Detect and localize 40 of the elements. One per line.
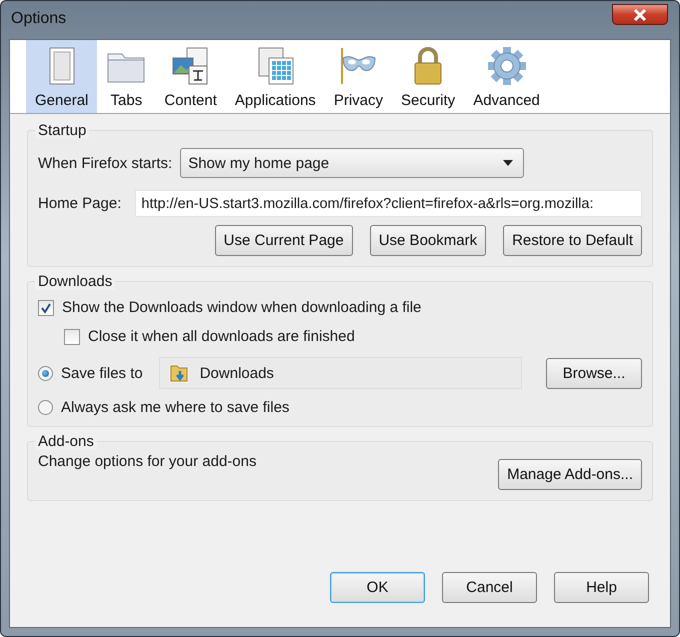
dialog-button[interactable]: Help <box>554 572 649 603</box>
checkbox[interactable] <box>64 328 80 344</box>
toolbar-tab[interactable]: Privacy <box>324 40 392 113</box>
toolbar-tab[interactable]: General <box>26 40 98 113</box>
folder-name: Downloads <box>200 364 274 382</box>
toolbar-tab[interactable]: Content <box>155 40 226 113</box>
checkbox-label: Close it when all downloads are finished <box>88 328 355 345</box>
folder-field[interactable]: Downloads <box>158 357 522 389</box>
push-button[interactable]: Use Bookmark <box>370 225 486 256</box>
dialog-button[interactable]: Cancel <box>442 572 537 603</box>
folder-icon <box>170 363 188 383</box>
group-legend: Add-ons <box>35 433 97 450</box>
toolbar-tab[interactable]: Security <box>392 40 464 113</box>
field-label: When Firefox starts: <box>38 154 172 172</box>
group-legend: Startup <box>35 122 90 139</box>
checkbox[interactable] <box>38 300 54 316</box>
push-button[interactable]: Restore to Default <box>503 225 642 256</box>
input-field[interactable]: http://en-US.start3.mozilla.com/firefox?client=firefox-a&rls=org.mozilla: <box>135 190 642 217</box>
dialog-button[interactable]: OK <box>330 572 425 603</box>
browse-button[interactable]: Browse... <box>546 358 642 388</box>
window-title: Options <box>11 10 66 28</box>
description-text: Change options for your add-ons <box>38 453 256 470</box>
radio-button[interactable] <box>38 400 53 415</box>
startup-dropdown[interactable]: Show my home page <box>180 148 524 178</box>
field-label: Home Page: <box>38 195 122 212</box>
close-button[interactable] <box>612 4 668 25</box>
manage-addons-button[interactable]: Manage Add-ons... <box>498 459 642 490</box>
push-button[interactable]: Use Current Page <box>214 225 353 256</box>
group-legend: Downloads <box>35 273 116 290</box>
caret-icon <box>503 160 514 166</box>
radio-label: Save files to <box>61 364 143 382</box>
toolbar-tab[interactable]: Advanced <box>464 40 549 113</box>
radio-button[interactable] <box>38 366 53 380</box>
mask-icon <box>338 46 378 86</box>
toolbar-tab[interactable]: Tabs <box>97 40 156 113</box>
close-icon <box>633 8 647 20</box>
gear-icon <box>486 46 527 86</box>
toolbar-tab[interactable]: Applications <box>226 40 325 113</box>
checkbox-label: Show the Downloads window when downloading a file <box>62 299 422 316</box>
radio-label: Always ask me where to save files <box>61 399 290 416</box>
